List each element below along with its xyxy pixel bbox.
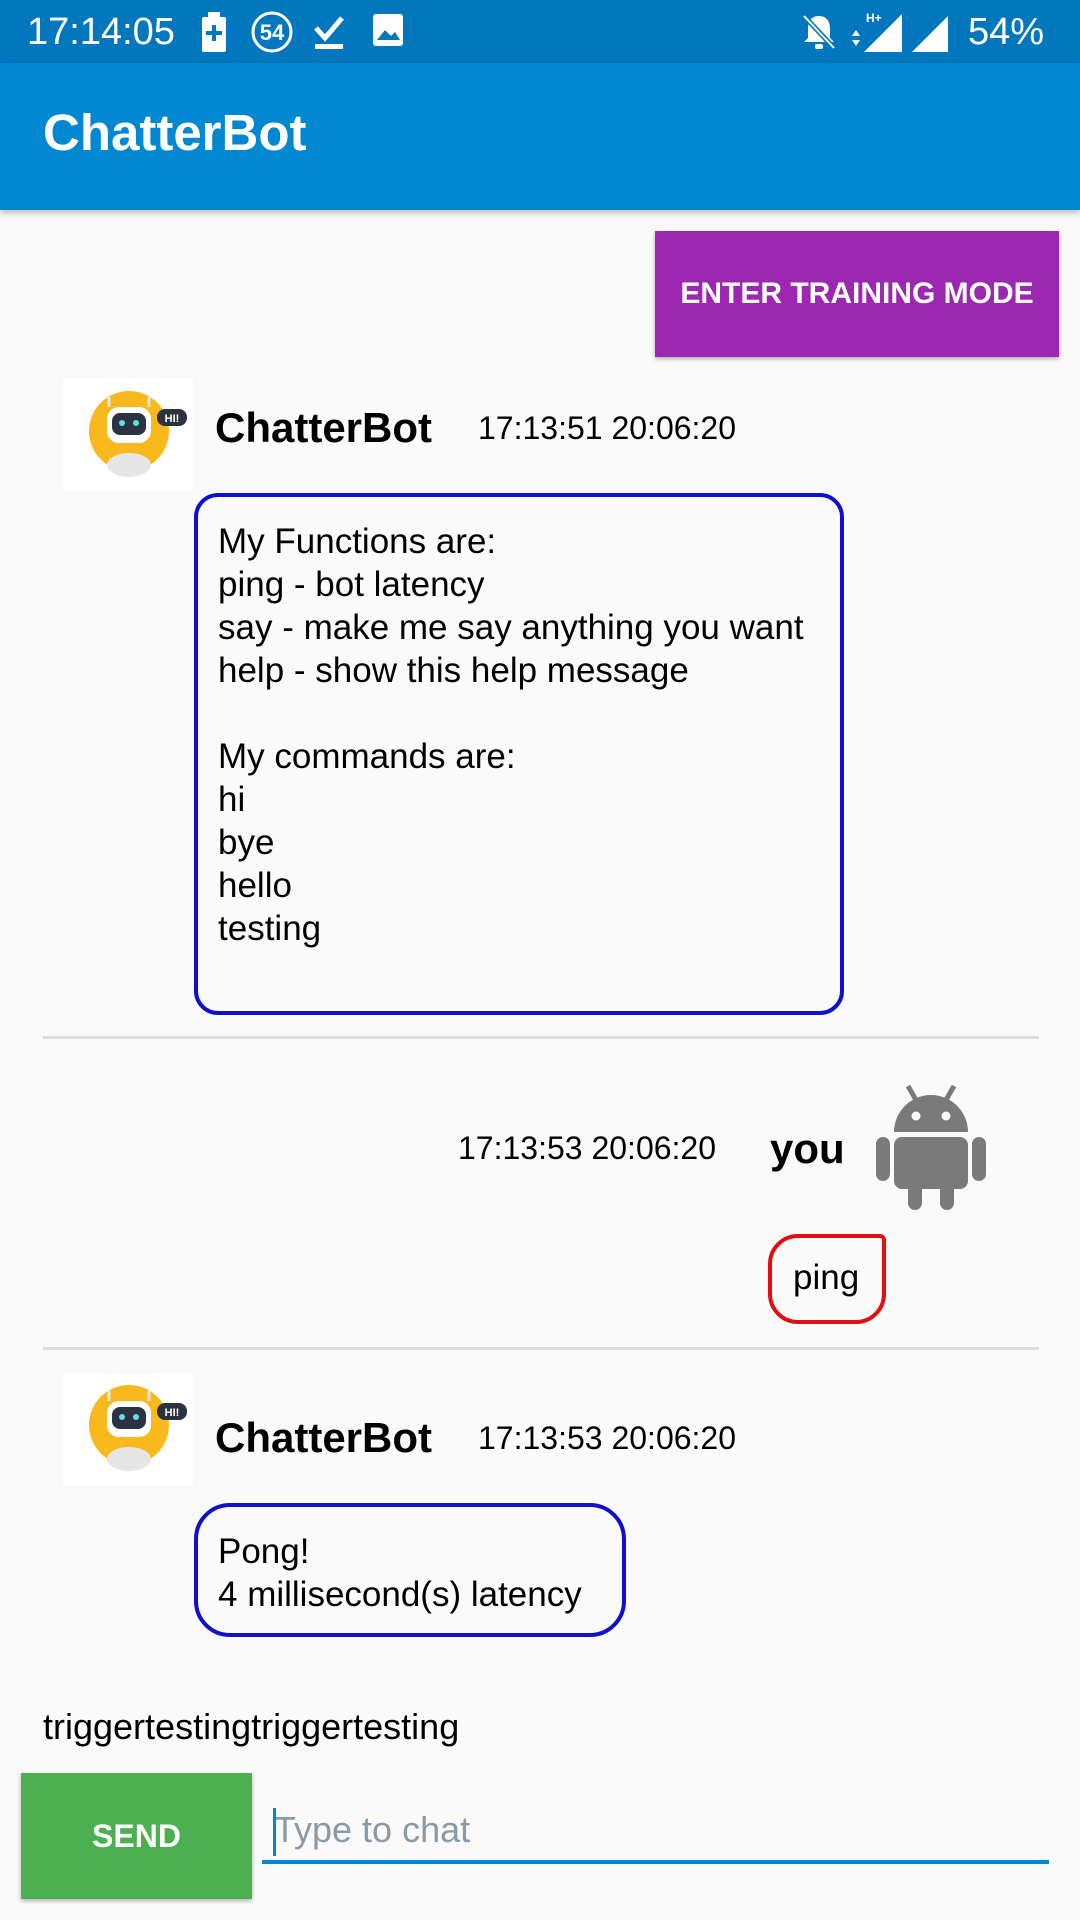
check-download-icon — [313, 12, 345, 55]
message-timestamp: 17:13:53 20:06:20 — [478, 1420, 737, 1456]
bot-message-bubble: Pong! 4 millisecond(s) latency — [194, 1503, 626, 1637]
notification-count: 54 — [260, 20, 285, 45]
message-sender: you — [770, 1125, 845, 1172]
app-title: ChatterBot — [43, 104, 307, 161]
robot-avatar-icon: HI! — [89, 391, 187, 477]
message-divider — [43, 1347, 1039, 1350]
bot-avatar: HI! — [63, 1373, 193, 1485]
network-type: H+ — [866, 11, 882, 25]
enter-training-mode-button[interactable]: ENTER TRAINING MODE — [655, 231, 1059, 357]
app-bar: ChatterBot — [0, 63, 1080, 210]
text-cursor — [273, 1808, 276, 1856]
user-message-bubble: ping — [768, 1234, 886, 1324]
trigger-text: triggertestingtriggertesting — [43, 1706, 460, 1747]
avatar-badge: HI! — [165, 1407, 180, 1419]
message-sender: ChatterBot — [215, 404, 432, 451]
bot-avatar: HI! — [63, 379, 193, 491]
avatar-badge: HI! — [165, 413, 180, 425]
bot-message-bubble: My Functions are: ping - bot latency say… — [194, 493, 844, 1015]
battery-plus-icon — [200, 12, 228, 57]
notification-count-icon: 54 — [250, 10, 294, 59]
image-icon — [371, 12, 405, 53]
status-time: 17:14:05 — [27, 11, 175, 53]
bell-off-icon — [800, 12, 838, 57]
android-robot-icon — [876, 1084, 986, 1210]
robot-avatar-icon: HI! — [89, 1385, 187, 1471]
user-avatar — [872, 1080, 990, 1214]
chat-input[interactable] — [262, 1800, 1049, 1864]
battery-percent: 54% — [967, 11, 1044, 53]
signal-icon — [910, 10, 950, 59]
message-timestamp: 17:13:53 20:06:20 — [458, 1130, 717, 1166]
message-sender: ChatterBot — [215, 1414, 432, 1461]
signal-h-plus-icon: H+ — [848, 10, 904, 59]
status-bar: 17:14:05 54 H+ 54% — [0, 0, 1080, 63]
message-timestamp: 17:13:51 20:06:20 — [478, 410, 737, 446]
message-divider — [43, 1036, 1039, 1039]
send-button[interactable]: SEND — [21, 1773, 252, 1899]
